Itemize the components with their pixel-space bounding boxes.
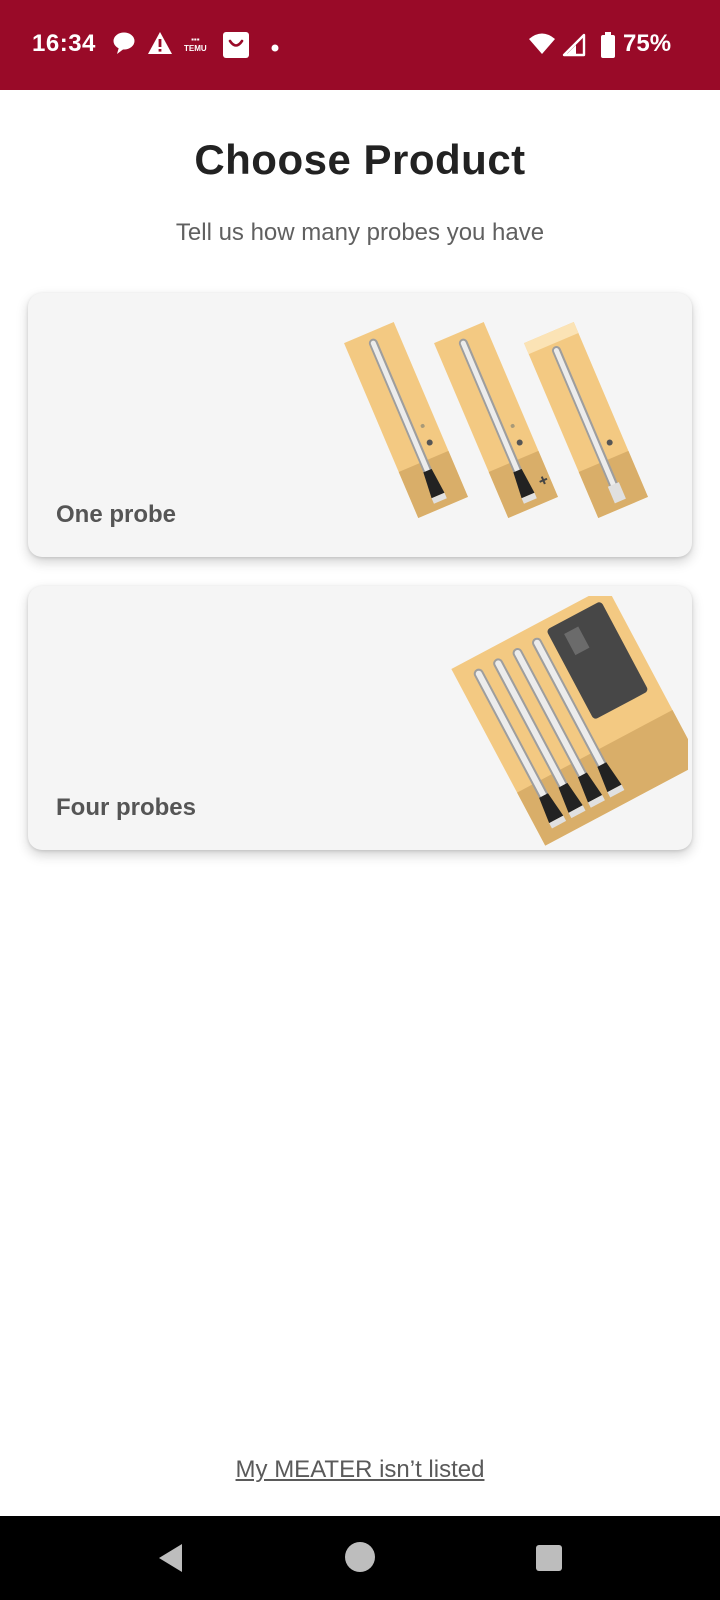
battery-percent: 75% xyxy=(623,30,672,57)
page-title: Choose Product xyxy=(194,136,526,183)
signal-icon xyxy=(562,33,586,62)
four-probes-label: Four probes xyxy=(56,794,197,821)
page-subtitle: Tell us how many probes you have xyxy=(175,219,545,246)
meater-not-listed-link[interactable]: My MEATER isn’t listed xyxy=(0,1456,720,1484)
navigation-bar xyxy=(0,1516,720,1600)
one-probe-label: One probe xyxy=(56,501,177,528)
home-icon[interactable] xyxy=(344,1541,376,1578)
one-probe-image xyxy=(328,308,668,538)
four-probes-option-card[interactable]: Four probes xyxy=(28,586,701,850)
wifi-icon xyxy=(528,32,556,61)
dot-icon xyxy=(270,40,280,58)
status-time: 16:34 xyxy=(32,30,96,57)
battery-icon xyxy=(601,32,615,63)
recents-icon[interactable] xyxy=(535,1544,563,1577)
warning-icon xyxy=(147,30,173,61)
status-bar: 16:34 ▪▪▪ TEMU 75% xyxy=(0,0,720,90)
shopping-bag-icon xyxy=(222,31,250,64)
four-probes-image xyxy=(438,586,701,846)
back-icon[interactable] xyxy=(156,1542,186,1579)
temu-icon: ▪▪▪ TEMU xyxy=(184,35,207,53)
one-probe-option-card[interactable]: One probe xyxy=(28,293,692,557)
chat-bubble-icon xyxy=(111,30,137,61)
temu-label: TEMU xyxy=(184,44,207,53)
